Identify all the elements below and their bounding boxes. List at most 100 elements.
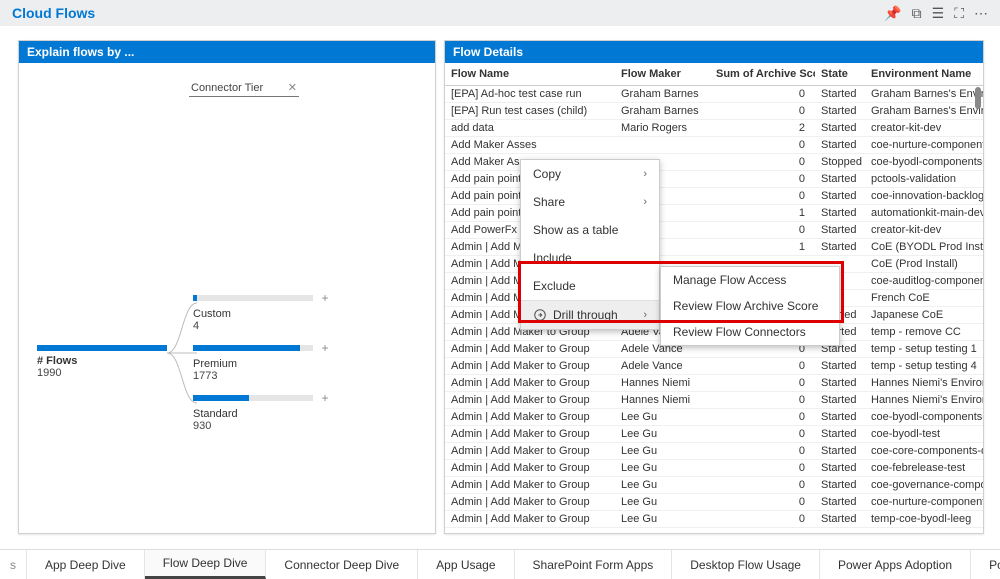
- tier-row-standard[interactable]: + Standard 930: [193, 391, 331, 432]
- table-cell[interactable]: Started: [815, 511, 865, 528]
- table-cell[interactable]: temp - remove CC: [865, 324, 983, 341]
- tab-scroll-left[interactable]: s: [0, 550, 27, 579]
- table-cell[interactable]: Admin | Add Maker to Group: [445, 460, 615, 477]
- table-cell[interactable]: Admin | Add Maker to Group: [445, 358, 615, 375]
- table-cell[interactable]: CoE (Prod Install): [865, 256, 983, 273]
- tier-row-premium[interactable]: + Premium 1773: [193, 341, 331, 382]
- table-cell[interactable]: Stopped: [815, 528, 865, 532]
- table-row[interactable]: Admin | Add Maker to GroupLee Gu0Started…: [445, 494, 983, 511]
- table-header-row[interactable]: Flow Name Flow Maker Sum of Archive Scor…: [445, 63, 983, 86]
- table-cell[interactable]: Lee Gu: [615, 460, 710, 477]
- table-cell[interactable]: Started: [815, 392, 865, 409]
- table-cell[interactable]: 0: [710, 494, 815, 511]
- sub-manage-flow-access[interactable]: Manage Flow Access: [661, 267, 839, 293]
- table-cell[interactable]: Started: [815, 358, 865, 375]
- table-cell[interactable]: 0: [710, 137, 815, 154]
- table-cell[interactable]: Admin | Add Maker to Group: [445, 341, 615, 358]
- table-cell[interactable]: 0: [710, 409, 815, 426]
- tab-power-apps-adoption[interactable]: Power Apps Adoption: [820, 550, 971, 579]
- table-row[interactable]: Admin | Add Maker to GroupHannes Niemi0S…: [445, 392, 983, 409]
- tab-app-usage[interactable]: App Usage: [418, 550, 514, 579]
- sub-review-archive-score[interactable]: Review Flow Archive Score: [661, 293, 839, 319]
- table-cell[interactable]: 0: [710, 511, 815, 528]
- ctx-exclude[interactable]: Exclude: [521, 272, 659, 300]
- table-cell[interactable]: Admin | Add Maker to Group: [445, 375, 615, 392]
- table-cell[interactable]: Started: [815, 239, 865, 256]
- table-cell[interactable]: coe-byodl-components-dev: [865, 409, 983, 426]
- chip-connector-tier[interactable]: Connector Tier ✕: [189, 79, 299, 97]
- table-cell[interactable]: Hannes Niemi's Environment: [865, 392, 983, 409]
- table-cell[interactable]: 0: [710, 222, 815, 239]
- table-cell[interactable]: coe-governance-components-d: [865, 477, 983, 494]
- focus-icon[interactable]: ⛶: [954, 5, 964, 22]
- ctx-copy[interactable]: Copy›: [521, 160, 659, 188]
- table-row[interactable]: Admin | Add Maker to GroupLee Gu0Started…: [445, 426, 983, 443]
- table-row[interactable]: Add Maker Asses0Startedcoe-nurture-compo…: [445, 137, 983, 154]
- pin-icon[interactable]: 📌: [884, 5, 901, 22]
- context-menu[interactable]: Copy› Share› Show as a table Include Exc…: [520, 159, 660, 330]
- table-cell[interactable]: coe-auditlog-components-dev: [865, 273, 983, 290]
- report-tabs[interactable]: s App Deep DiveFlow Deep DiveConnector D…: [0, 549, 1000, 579]
- table-cell[interactable]: Started: [815, 103, 865, 120]
- table-cell[interactable]: temp - setup testing 4: [865, 358, 983, 375]
- table-cell[interactable]: add data: [445, 120, 615, 137]
- tab-connector-deep-dive[interactable]: Connector Deep Dive: [266, 550, 418, 579]
- table-cell[interactable]: pctools-validation: [865, 171, 983, 188]
- table-cell[interactable]: 0: [710, 154, 815, 171]
- copy-icon[interactable]: ⧉: [912, 5, 922, 22]
- table-row[interactable]: Admin | Add Maker to GroupLee Gu0Started…: [445, 460, 983, 477]
- ctx-drill-through[interactable]: Drill through ›: [521, 301, 659, 329]
- table-cell[interactable]: Lee Gu: [615, 477, 710, 494]
- table-cell[interactable]: CoE (BYODL Prod Install): [865, 239, 983, 256]
- table-row[interactable]: [EPA] Ad-hoc test case runGraham Barnes0…: [445, 86, 983, 103]
- explain-flows-card[interactable]: Explain flows by ... Connector Tier ✕ # …: [18, 40, 436, 534]
- table-cell[interactable]: French CoE: [865, 290, 983, 307]
- table-cell[interactable]: Started: [815, 443, 865, 460]
- table-cell[interactable]: Hannes Niemi's Environment: [865, 375, 983, 392]
- table-cell[interactable]: Started: [815, 171, 865, 188]
- table-cell[interactable]: automationkit-main-dev: [865, 205, 983, 222]
- table-row[interactable]: Admin | Add Maker to GroupLee Gu0Stopped…: [445, 528, 983, 532]
- table-row[interactable]: Admin | Add Maker to GroupLee Gu0Started…: [445, 511, 983, 528]
- table-cell[interactable]: Started: [815, 86, 865, 103]
- table-cell[interactable]: Lee Gu: [615, 528, 710, 532]
- table-cell[interactable]: Admin | Add Maker to Group: [445, 392, 615, 409]
- table-cell[interactable]: Graham Barnes: [615, 86, 710, 103]
- table-cell[interactable]: Stopped: [815, 154, 865, 171]
- table-cell[interactable]: 0: [710, 477, 815, 494]
- table-cell[interactable]: creator-kit-dev: [865, 222, 983, 239]
- table-cell[interactable]: 0: [710, 443, 815, 460]
- sub-review-connectors[interactable]: Review Flow Connectors: [661, 319, 839, 345]
- tab-flow-deep-dive[interactable]: Flow Deep Dive: [145, 550, 267, 579]
- table-cell[interactable]: coe-innovation-backlog-compo: [865, 188, 983, 205]
- table-cell[interactable]: Admin | Add Maker to Group: [445, 443, 615, 460]
- table-cell[interactable]: temp - setup testing 1: [865, 341, 983, 358]
- more-icon[interactable]: ⋯: [974, 5, 988, 22]
- ctx-show-table[interactable]: Show as a table: [521, 216, 659, 244]
- tab-app-deep-dive[interactable]: App Deep Dive: [27, 550, 145, 579]
- table-cell[interactable]: pctools-prod: [865, 528, 983, 532]
- table-cell[interactable]: 0: [710, 86, 815, 103]
- table-cell[interactable]: Add Maker Asses: [445, 137, 615, 154]
- table-cell[interactable]: Lee Gu: [615, 426, 710, 443]
- table-cell[interactable]: Admin | Add Maker to Group: [445, 409, 615, 426]
- table-cell[interactable]: Admin | Add Maker to Group: [445, 511, 615, 528]
- table-cell[interactable]: 0: [710, 460, 815, 477]
- table-cell[interactable]: Admin | Add Maker to Group: [445, 477, 615, 494]
- table-cell[interactable]: Graham Barnes's Environment: [865, 86, 983, 103]
- table-cell[interactable]: Adele Vance: [615, 358, 710, 375]
- table-cell[interactable]: Started: [815, 460, 865, 477]
- table-cell[interactable]: 0: [710, 103, 815, 120]
- table-row[interactable]: [EPA] Run test cases (child)Graham Barne…: [445, 103, 983, 120]
- table-cell[interactable]: Admin | Add Maker to Group: [445, 494, 615, 511]
- table-cell[interactable]: Lee Gu: [615, 511, 710, 528]
- table-row[interactable]: add dataMario Rogers2Startedcreator-kit-…: [445, 120, 983, 137]
- table-cell[interactable]: Lee Gu: [615, 443, 710, 460]
- expand-icon[interactable]: +: [319, 291, 331, 305]
- table-cell[interactable]: Started: [815, 409, 865, 426]
- decomposition-root[interactable]: # Flows 1990: [37, 345, 167, 379]
- tab-desktop-flow-usage[interactable]: Desktop Flow Usage: [672, 550, 820, 579]
- table-cell[interactable]: coe-febrelease-test: [865, 460, 983, 477]
- table-cell[interactable]: [EPA] Ad-hoc test case run: [445, 86, 615, 103]
- table-cell[interactable]: 1: [710, 205, 815, 222]
